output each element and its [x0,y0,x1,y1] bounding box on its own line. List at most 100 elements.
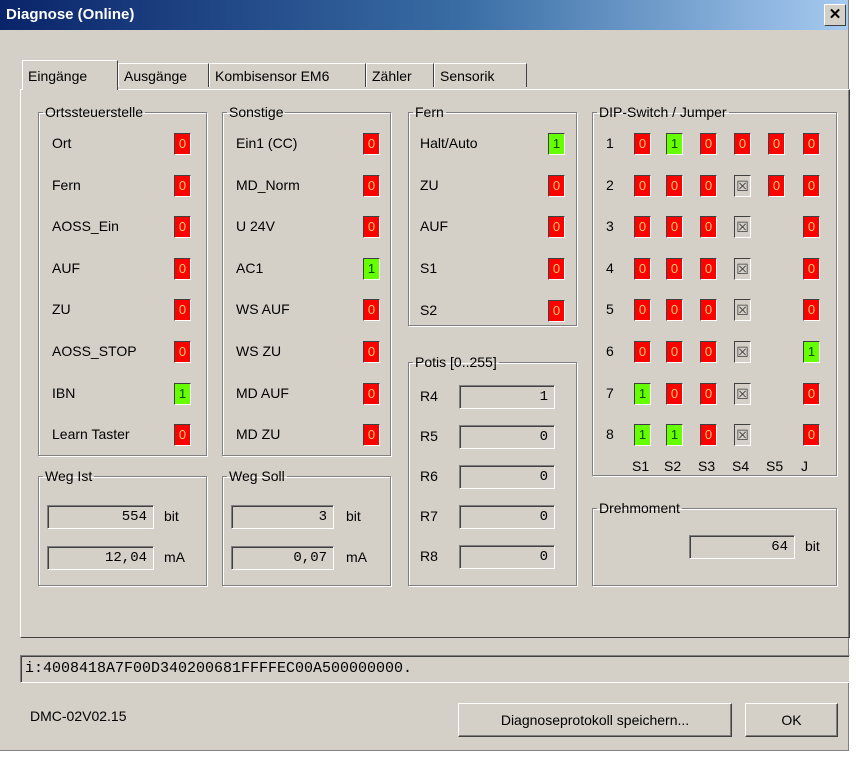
dip-unavailable-icon: ☒ [734,382,751,405]
dip-indicator: 0 [768,133,785,155]
sonstige-indicator: 0 [363,299,380,322]
fern-label: AUF [420,218,448,235]
ortssteuerstelle-label: IBN [52,384,76,401]
dip-indicator: 1 [634,382,651,405]
fern-indicator: 0 [548,258,565,281]
close-icon: ✕ [828,6,842,23]
weg-soll-ma-unit: mA [346,549,367,565]
dip-indicator: 0 [803,133,820,155]
group-dip-switch-jumper: DIP-Switch / Jumper [592,104,837,476]
dip-indicator: 0 [634,299,651,322]
group-legend: Weg Ist [45,468,93,484]
dip-indicator: 0 [666,382,683,405]
tab-kombisensor-em6[interactable]: Kombisensor EM6 [209,63,366,87]
dip-indicator: 1 [634,424,651,447]
dip-row-label: 2 [606,176,614,193]
dip-indicator: 0 [803,424,820,447]
ortssteuerstelle-label: AUF [52,259,80,276]
dip-unavailable-icon: ☒ [734,299,751,322]
dip-row-label: 1 [606,135,614,151]
poti-label: R7 [420,508,438,524]
group-legend: DIP-Switch / Jumper [599,104,727,120]
ok-button[interactable]: OK [745,703,838,737]
tab-ausgaenge[interactable]: Ausgänge [118,63,209,87]
dip-row-label: 6 [606,343,614,359]
sonstige-label: WS AUF [236,301,290,318]
weg-ist-bit-value: 554 [47,505,154,529]
ortssteuerstelle-indicator: 0 [174,341,191,363]
sonstige-label: WS ZU [236,343,282,359]
tab-eingaenge[interactable]: Eingänge [22,60,118,90]
dip-indicator: 0 [634,341,651,363]
poti-value: 0 [459,425,555,449]
title-bar[interactable]: Diagnose (Online) ✕ [0,0,848,30]
ortssteuerstelle-indicator: 0 [174,216,191,239]
sonstige-label: Ein1 (CC) [236,135,298,151]
dip-indicator: 0 [666,174,683,197]
tab-zaehler[interactable]: Zähler [366,63,434,87]
sonstige-indicator: 0 [363,133,380,155]
ortssteuerstelle-label: AOSS_STOP [52,343,137,359]
sonstige-label: MD ZU [236,426,281,443]
dip-indicator: 0 [666,257,683,280]
dip-indicator: 0 [634,174,651,197]
group-legend: Drehmoment [599,500,680,516]
save-protocol-button[interactable]: Diagnoseprotokoll speichern... [458,703,732,737]
dip-unavailable-icon: ☒ [734,341,751,363]
dip-indicator: 0 [700,424,717,447]
poti-value: 0 [459,545,555,569]
fern-indicator: 1 [548,133,565,155]
dip-indicator: 1 [666,424,683,447]
sonstige-label: MD_Norm [236,176,300,193]
dip-row-label: 8 [606,426,614,443]
dip-indicator: 0 [634,257,651,280]
dip-indicator: 0 [803,216,820,239]
diagnose-window: Diagnose (Online) ✕ Eingänge Ausgänge Ko… [0,0,850,751]
group-legend: Potis [0..255] [415,354,497,370]
fern-label: Halt/Auto [420,135,478,151]
dip-indicator: 0 [803,257,820,280]
dip-indicator: 0 [700,216,717,239]
dip-row-label: 3 [606,218,614,235]
dip-indicator: 0 [734,133,751,155]
dip-row-label: 5 [606,301,614,318]
dip-indicator: 0 [700,257,717,280]
ortssteuerstelle-indicator: 0 [174,299,191,322]
fern-label: S1 [420,260,438,277]
dip-col-label: S2 [664,458,682,474]
weg-ist-ma-value: 12,04 [47,546,154,570]
ortssteuerstelle-label: Learn Taster [52,426,130,443]
weg-ist-bit-unit: bit [164,508,179,524]
dip-indicator: 0 [803,382,820,405]
dip-col-label: J [801,458,808,474]
fern-indicator: 0 [548,174,565,197]
dip-indicator: 0 [803,299,820,322]
dip-col-label: S4 [732,458,750,474]
dip-indicator: 0 [634,133,651,155]
dip-unavailable-icon: ☒ [734,174,751,197]
dip-indicator: 0 [700,174,717,197]
close-button[interactable]: ✕ [824,4,846,26]
dip-indicator: 0 [768,174,785,197]
poti-value: 1 [459,385,555,409]
dip-indicator: 1 [803,341,820,363]
dip-indicator: 0 [700,382,717,405]
weg-soll-bit-unit: bit [346,508,361,524]
poti-label: R5 [420,428,438,444]
firmware-version: DMC-02V02.15 [30,708,127,724]
ortssteuerstelle-indicator: 1 [174,382,191,405]
dip-unavailable-icon: ☒ [734,424,751,447]
ortssteuerstelle-indicator: 0 [174,257,191,280]
dip-col-label: S1 [632,458,650,474]
poti-label: R8 [420,548,438,564]
dip-unavailable-icon: ☒ [734,216,751,239]
ortssteuerstelle-indicator: 0 [174,424,191,447]
dip-indicator: 1 [666,133,683,155]
sonstige-indicator: 1 [363,257,380,280]
tab-sensorik[interactable]: Sensorik [434,63,527,87]
dip-col-label: S3 [698,458,716,474]
dip-row-label: 7 [606,384,614,401]
dip-row-label: 4 [606,259,614,276]
dip-indicator: 0 [803,174,820,197]
poti-label: R4 [420,388,438,404]
